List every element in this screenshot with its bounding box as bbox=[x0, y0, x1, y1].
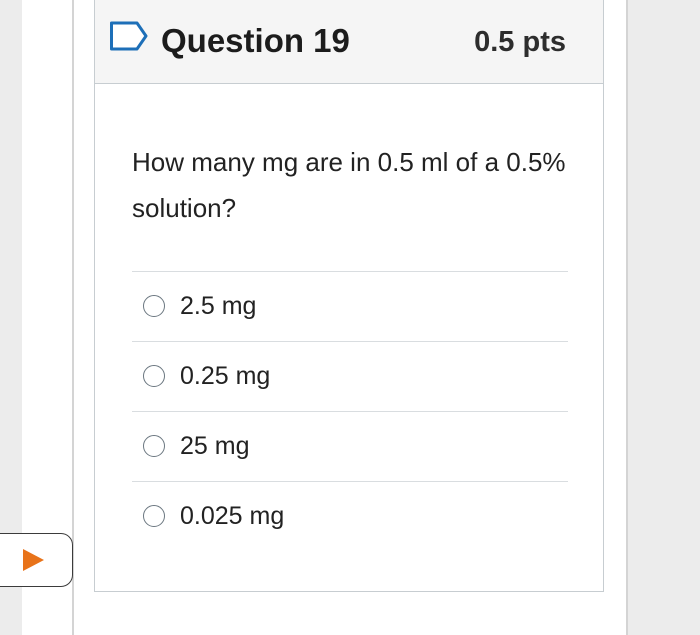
question-points: 0.5 pts bbox=[474, 26, 566, 58]
answer-list: 2.5 mg 0.25 mg 25 mg 0.025 mg bbox=[132, 271, 568, 551]
answer-option[interactable]: 25 mg bbox=[132, 411, 568, 481]
answer-label[interactable]: 0.025 mg bbox=[180, 501, 284, 531]
question-header: Question 19 0.5 pts bbox=[95, 0, 603, 84]
radio-button[interactable] bbox=[143, 435, 165, 457]
flag-bookmark-icon[interactable] bbox=[109, 20, 149, 52]
answer-option[interactable]: 0.25 mg bbox=[132, 341, 568, 411]
radio-button[interactable] bbox=[143, 505, 165, 527]
question-nav-toggle[interactable] bbox=[0, 533, 73, 587]
question-card: Question 19 0.5 pts How many mg are in 0… bbox=[94, 0, 604, 592]
answer-option[interactable]: 0.025 mg bbox=[132, 481, 568, 551]
right-rail-divider bbox=[626, 0, 628, 635]
radio-button[interactable] bbox=[143, 295, 165, 317]
question-text: How many mg are in 0.5 ml of a 0.5% solu… bbox=[132, 147, 566, 223]
answer-option[interactable]: 2.5 mg bbox=[132, 271, 568, 341]
right-gutter bbox=[628, 0, 700, 635]
play-icon bbox=[23, 549, 44, 571]
answer-label[interactable]: 25 mg bbox=[180, 431, 249, 461]
answer-label[interactable]: 0.25 mg bbox=[180, 361, 270, 391]
question-title: Question 19 bbox=[161, 22, 350, 59]
answer-label[interactable]: 2.5 mg bbox=[180, 291, 256, 321]
radio-button[interactable] bbox=[143, 365, 165, 387]
left-rail-divider bbox=[72, 0, 74, 635]
